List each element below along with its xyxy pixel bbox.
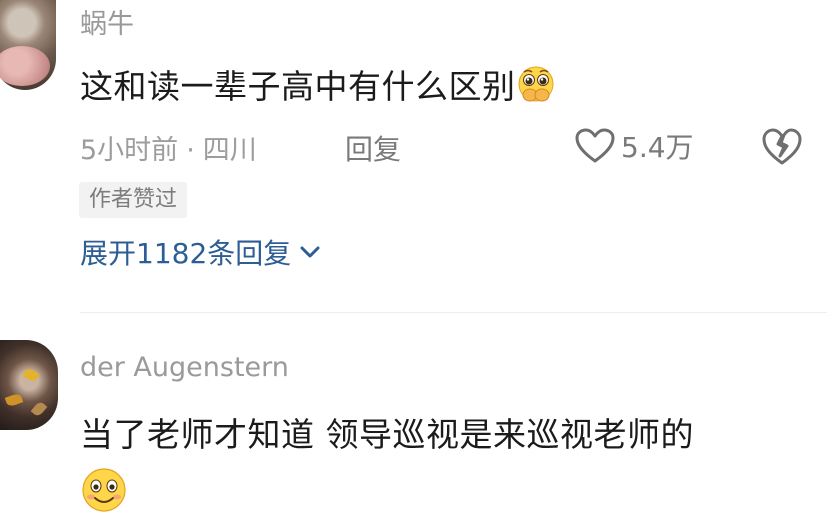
avatar[interactable]: [0, 0, 56, 90]
reply-button[interactable]: 回复: [345, 128, 401, 168]
location: 四川: [202, 135, 257, 166]
timestamp: 5小时前: [80, 135, 179, 166]
comment-text: 当了老师才知道 领导巡视是来巡视老师的: [80, 415, 694, 454]
username[interactable]: 蜗牛: [80, 2, 134, 41]
author-liked-badge: 作者赞过: [79, 182, 188, 218]
like-button[interactable]: 5.4万: [575, 124, 694, 168]
expand-replies-link[interactable]: 展开1182条回复: [80, 232, 323, 272]
avatar-image: [0, 46, 50, 86]
comment-meta: 5小时前 · 四川: [80, 128, 257, 167]
username[interactable]: der Augenstern: [80, 352, 289, 383]
like-count: 5.4万: [621, 131, 694, 164]
broken-heart-icon: [762, 128, 802, 165]
comment-text: 这和读一辈子高中有什么区别: [80, 60, 556, 108]
comment-text-body: 这和读一辈子高中有什么区别: [80, 67, 516, 106]
dislike-button[interactable]: [760, 126, 804, 168]
chevron-down-icon: [300, 246, 320, 258]
separator: ·: [186, 135, 195, 166]
divider: [80, 312, 827, 313]
avatar[interactable]: [0, 340, 58, 430]
heart-icon: [575, 128, 615, 163]
expand-replies-label: 展开1182条回复: [80, 237, 292, 270]
smiling-face-emoji-icon: [80, 466, 128, 514]
pleading-face-emoji-icon: [516, 64, 556, 104]
